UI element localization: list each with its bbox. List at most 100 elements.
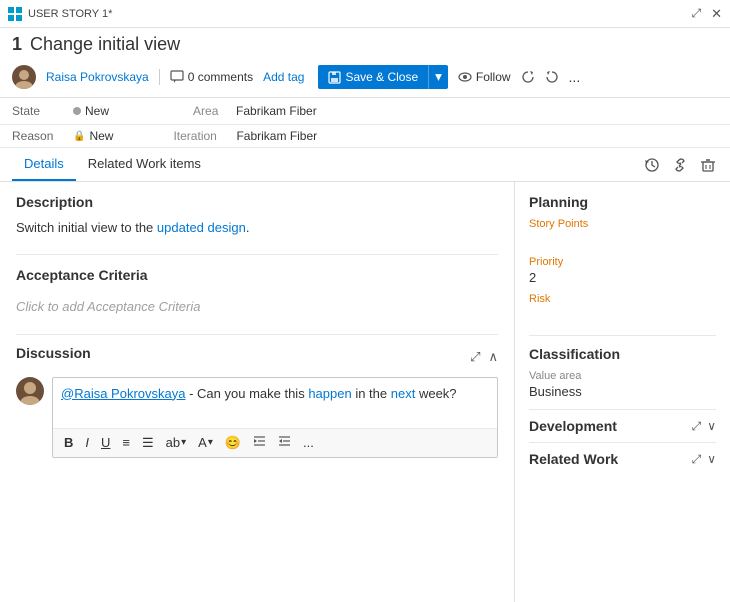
story-points-value[interactable]: [529, 232, 716, 248]
reason-value[interactable]: 🔒 New: [73, 129, 113, 143]
disc-highlight1: happen: [308, 386, 351, 401]
priority-value[interactable]: 2: [529, 270, 716, 285]
underline-button[interactable]: U: [96, 433, 115, 452]
state-dot: [73, 107, 81, 115]
close-icon[interactable]: ✕: [711, 6, 722, 22]
disc-more-button[interactable]: ...: [298, 433, 319, 452]
link-icon[interactable]: [670, 155, 690, 175]
development-title: Development: [529, 418, 617, 434]
iteration-value[interactable]: Fabrikam Fiber: [236, 129, 317, 143]
history-icon[interactable]: [642, 155, 662, 175]
save-icon: [328, 71, 341, 84]
discussion-avatar: [16, 377, 44, 405]
list-button[interactable]: ☰: [137, 433, 159, 453]
restore-icon[interactable]: ⤢: [691, 6, 701, 21]
related-work-title: Related Work: [529, 451, 618, 467]
related-work-section: Related Work ⤢ ∨: [529, 442, 716, 467]
outdent-icon: [278, 435, 291, 448]
value-area-value[interactable]: Business: [529, 384, 716, 399]
bold-button[interactable]: B: [59, 433, 78, 452]
discussion-controls: ⤢ ∧: [470, 349, 498, 365]
classification-section: Classification Value area Business: [529, 335, 716, 399]
lock-icon: 🔒: [73, 131, 85, 142]
discussion-body: @Raisa Pokrovskaya - Can you make this h…: [16, 377, 498, 458]
acceptance-section: Acceptance Criteria Click to add Accepta…: [16, 254, 498, 322]
save-dropdown-button[interactable]: ▾: [428, 65, 448, 89]
collapse-icon[interactable]: ∧: [488, 349, 498, 365]
title-bar: USER STORY 1* ⤢ ✕: [0, 0, 730, 28]
risk-label: Risk: [529, 293, 716, 305]
expand-icon[interactable]: ⤢: [470, 349, 480, 365]
disc-text-part2: in the: [355, 386, 390, 401]
area-field: Area Fabrikam Fiber: [193, 104, 317, 118]
description-title: Description: [16, 194, 498, 210]
work-item-number: 1: [12, 34, 22, 55]
disc-text-part3: week?: [419, 386, 457, 401]
acceptance-title: Acceptance Criteria: [16, 267, 498, 283]
left-panel: Description Switch initial view to the u…: [0, 182, 515, 602]
iteration-label: Iteration: [173, 129, 228, 143]
main-content: Description Switch initial view to the u…: [0, 182, 730, 602]
development-section: Development ⤢ ∨: [529, 409, 716, 434]
reason-label: Reason: [12, 129, 67, 143]
disc-highlight2: next: [391, 386, 416, 401]
work-item-title[interactable]: Change initial view: [30, 34, 180, 55]
desc-highlight: updated design: [157, 220, 246, 235]
highlight-button[interactable]: ab▾: [161, 433, 192, 452]
acceptance-placeholder[interactable]: Click to add Acceptance Criteria: [16, 291, 498, 322]
discussion-editor[interactable]: @Raisa Pokrovskaya - Can you make this h…: [52, 377, 498, 458]
refresh-icon[interactable]: [521, 70, 535, 84]
discussion-text: @Raisa Pokrovskaya - Can you make this h…: [53, 378, 497, 428]
discussion-mention[interactable]: @Raisa Pokrovskaya: [61, 386, 185, 401]
related-expand-icon[interactable]: ⤢: [692, 452, 702, 467]
desc-text-2: .: [246, 220, 250, 235]
add-tag-button[interactable]: Add tag: [263, 70, 304, 84]
title-bar-left: USER STORY 1*: [8, 7, 112, 21]
trash-icon[interactable]: [698, 155, 718, 175]
dev-expand-icon[interactable]: ⤢: [692, 419, 702, 434]
state-value[interactable]: New: [73, 104, 109, 118]
tab-details[interactable]: Details: [12, 148, 76, 181]
comments-button[interactable]: 0 comments: [170, 70, 253, 84]
dev-chevron-icon[interactable]: ∨: [707, 419, 716, 433]
save-close-button[interactable]: Save & Close: [318, 65, 428, 89]
tab-related-work-items[interactable]: Related Work items: [76, 148, 213, 181]
emoji-button[interactable]: 😊: [220, 433, 246, 453]
italic-button[interactable]: I: [80, 433, 94, 452]
title-bar-app-name: USER STORY 1*: [28, 8, 112, 20]
area-label: Area: [193, 104, 228, 118]
eye-icon: [458, 70, 472, 84]
title-bar-controls: ⤢ ✕: [691, 6, 722, 22]
state-label: State: [12, 104, 67, 118]
area-value[interactable]: Fabrikam Fiber: [236, 104, 317, 118]
work-item-header: 1 Change initial view Raisa Pokrovskaya …: [0, 28, 730, 98]
toolbar: Raisa Pokrovskaya 0 comments Add tag Sav…: [12, 61, 718, 93]
related-work-header[interactable]: Related Work ⤢ ∨: [529, 451, 716, 467]
align-button[interactable]: ≡: [117, 433, 135, 452]
meta-row: State New Area Fabrikam Fiber: [0, 98, 730, 125]
discussion-header: Discussion ⤢ ∧: [16, 345, 498, 369]
save-close-group: Save & Close ▾: [318, 65, 447, 89]
development-controls: ⤢ ∨: [692, 419, 716, 434]
tab-icon-group: [642, 151, 718, 179]
discussion-toolbar: B I U ≡ ☰ ab▾ A▾ 😊 ..: [53, 428, 497, 457]
classification-title: Classification: [529, 346, 716, 362]
font-color-button[interactable]: A▾: [193, 433, 218, 452]
related-chevron-icon[interactable]: ∨: [707, 452, 716, 466]
indent-button[interactable]: [248, 433, 271, 453]
comment-icon: [170, 70, 184, 84]
undo-icon[interactable]: [545, 70, 559, 84]
follow-button[interactable]: Follow: [458, 70, 511, 84]
desc-text-1: Switch initial view to the: [16, 220, 157, 235]
discussion-title: Discussion: [16, 345, 91, 361]
more-button[interactable]: ...: [569, 69, 581, 85]
outdent-button[interactable]: [273, 433, 296, 453]
risk-value[interactable]: [529, 307, 716, 323]
planning-section: Planning Story Points Priority 2 Risk: [529, 194, 716, 323]
description-content[interactable]: Switch initial view to the updated desig…: [16, 218, 498, 238]
user-story-icon: [8, 7, 22, 21]
work-item-title-row: 1 Change initial view: [12, 34, 718, 55]
development-header[interactable]: Development ⤢ ∨: [529, 418, 716, 434]
discussion-section: Discussion ⤢ ∧ @Raisa Pokrovskaya - Can …: [16, 334, 498, 458]
user-name[interactable]: Raisa Pokrovskaya: [46, 70, 149, 84]
